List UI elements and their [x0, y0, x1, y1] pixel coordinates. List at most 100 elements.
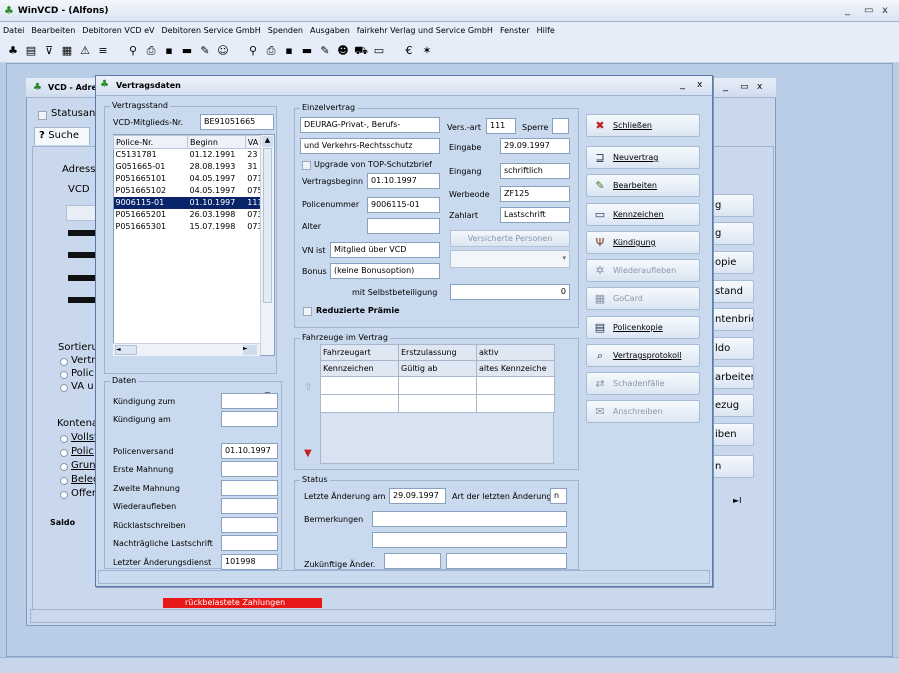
- vn-ist-field[interactable]: Mitglied über VCD: [330, 242, 440, 258]
- menu-item-7[interactable]: Fenster: [500, 26, 530, 35]
- euro-icon[interactable]: €: [402, 44, 416, 58]
- zahlart-field[interactable]: Lastschrift: [500, 207, 570, 223]
- save2-icon[interactable]: ▪: [282, 44, 296, 58]
- policy-column-header[interactable]: Police-Nr.: [112, 135, 189, 149]
- konten-radio-0[interactable]: [60, 435, 68, 443]
- save-icon[interactable]: ▪: [162, 44, 176, 58]
- zukuenftige-aenderung-field2[interactable]: [446, 553, 567, 569]
- contract-icon[interactable]: ▤: [24, 44, 38, 58]
- bike-icon[interactable]: ⚲: [126, 44, 140, 58]
- menu-item-6[interactable]: fairkehr Verlag und Service GmbH: [357, 26, 493, 35]
- vertragsbeginn-field[interactable]: 01.10.1997: [367, 173, 440, 189]
- policy-column-header[interactable]: Beginn: [187, 135, 246, 149]
- daten-field[interactable]: [221, 498, 278, 514]
- group-icon[interactable]: ☻: [336, 44, 350, 58]
- policenkopie-button[interactable]: ▤ Policenkopie: [586, 316, 700, 339]
- vcd-side-button-1[interactable]: g: [710, 222, 754, 245]
- menu-item-3[interactable]: Debitoren Service GmbH: [162, 26, 261, 35]
- wiederaufleben-button[interactable]: ✲ Wiederaufleben: [586, 259, 700, 282]
- statusanzeige-checkbox[interactable]: [38, 111, 47, 120]
- filter-icon[interactable]: ⊽: [42, 44, 56, 58]
- printer2-icon[interactable]: ⎙: [264, 44, 278, 58]
- vcd-side-button-3[interactable]: stand: [710, 280, 754, 303]
- maximize-button[interactable]: ▭: [864, 5, 873, 16]
- car-icon[interactable]: ⛟: [354, 44, 368, 58]
- versicherte-personen-button[interactable]: Versicherte Personen: [450, 230, 570, 247]
- vcd-side-button-8[interactable]: iben: [710, 423, 754, 446]
- policy-row[interactable]: P051665301 15.07.1998 073: [114, 221, 273, 233]
- fahrzeug-cell[interactable]: [476, 376, 555, 395]
- daten-field[interactable]: [221, 517, 278, 533]
- reduziert-checkbox[interactable]: [303, 307, 312, 316]
- warning-icon[interactable]: ⚠: [78, 44, 92, 58]
- edit-doc-icon[interactable]: ✎: [198, 44, 212, 58]
- close-button[interactable]: x: [882, 5, 888, 16]
- policy-row[interactable]: P051665201 26.03.1998 073: [114, 209, 273, 221]
- schließen-button[interactable]: ✖ Schließen: [586, 114, 700, 137]
- fahrzeug-cell[interactable]: [398, 394, 477, 413]
- neuvertrag-button[interactable]: ⊒ Neuvertrag: [586, 146, 700, 169]
- kündigung-button[interactable]: Ψ Kündigung: [586, 231, 700, 254]
- art-aenderung-field[interactable]: n: [550, 488, 567, 504]
- eingabe-field[interactable]: 29.09.1997: [500, 138, 570, 154]
- policy-row[interactable]: 9006115-01 01.10.1997 111: [113, 196, 273, 209]
- konten-radio-4[interactable]: [60, 491, 68, 499]
- daten-field[interactable]: [221, 393, 278, 409]
- policy-row[interactable]: P051665101 04.05.1997 071: [114, 173, 273, 185]
- sort-radio-2[interactable]: [60, 384, 68, 392]
- folder-icon[interactable]: ▬: [180, 44, 194, 58]
- sort-radio-1[interactable]: [60, 371, 68, 379]
- bonus-field[interactable]: (keine Bonusoption): [330, 263, 440, 279]
- menu-item-8[interactable]: Hilfe: [537, 26, 555, 35]
- selbstbeteiligung-field[interactable]: 0: [450, 284, 570, 300]
- alter-field[interactable]: [367, 218, 440, 234]
- policy-list-hscrollbar[interactable]: ◄ ►: [113, 343, 260, 356]
- tree-icon[interactable]: ♣: [6, 44, 20, 58]
- bike2-icon[interactable]: ⚲: [246, 44, 260, 58]
- personen-dropdown[interactable]: ▾: [450, 250, 570, 268]
- scroll-left-icon[interactable]: ◄: [115, 345, 137, 355]
- daten-field[interactable]: 101998: [221, 554, 278, 570]
- sperre-field[interactable]: [552, 118, 569, 134]
- tarif-line1-field[interactable]: DEURAG-Privat-, Berufs-: [300, 117, 440, 133]
- vcd-side-button-5[interactable]: ldo: [710, 337, 754, 360]
- policy-row[interactable]: C5131781 01.12.1991 23: [114, 149, 273, 161]
- zukuenftige-aenderung-field1[interactable]: [384, 553, 441, 569]
- vcd-min-button[interactable]: _: [723, 81, 728, 92]
- vcd-side-button-0[interactable]: g: [710, 194, 754, 217]
- menu-item-4[interactable]: Spenden: [268, 26, 303, 35]
- menu-item-0[interactable]: Datei: [3, 26, 24, 35]
- folder2-icon[interactable]: ▬: [300, 44, 314, 58]
- row-down-arrow-icon[interactable]: ▼: [304, 448, 312, 459]
- fahrzeug-cell[interactable]: [320, 376, 399, 395]
- fahrzeug-cell[interactable]: [320, 394, 399, 413]
- daten-field[interactable]: [221, 480, 278, 496]
- sort-radio-0[interactable]: [60, 358, 68, 366]
- daten-field[interactable]: [221, 461, 278, 477]
- printer-icon[interactable]: ⎙: [144, 44, 158, 58]
- tarif-line2-field[interactable]: und Verkehrs-Rechtsschutz: [300, 138, 440, 154]
- menu-item-1[interactable]: Bearbeiten: [31, 26, 75, 35]
- policy-list-vscrollbar[interactable]: ▲ ▼: [260, 135, 274, 402]
- minimize-button[interactable]: _: [845, 5, 850, 16]
- policenummer-field[interactable]: 9006115-01: [367, 197, 440, 213]
- dialog-min-button[interactable]: _: [680, 79, 685, 90]
- mitglieds-nr-field[interactable]: BE91051665: [200, 114, 274, 130]
- werbeode-field[interactable]: ZF125: [500, 186, 570, 202]
- scroll-thumb[interactable]: [263, 148, 272, 303]
- konten-radio-2[interactable]: [60, 463, 68, 471]
- upgrade-checkbox[interactable]: [302, 161, 311, 170]
- edit2-icon[interactable]: ✎: [318, 44, 332, 58]
- vcd-side-button-4[interactable]: ntenbrief: [710, 308, 754, 331]
- kennzeichen-button[interactable]: ▭ Kennzeichen: [586, 203, 700, 226]
- vcd-max-button[interactable]: ▭: [740, 82, 749, 92]
- menu-item-5[interactable]: Ausgaben: [310, 26, 350, 35]
- vcd-close-button[interactable]: x: [757, 82, 762, 92]
- letzte-aenderung-field[interactable]: 29.09.1997: [389, 488, 446, 504]
- versart-field[interactable]: 111: [486, 118, 516, 134]
- vcd-side-button-6[interactable]: arbeiten: [710, 366, 754, 389]
- policy-row[interactable]: G051665-01 28.08.1993 31: [114, 161, 273, 173]
- konten-radio-1[interactable]: [60, 449, 68, 457]
- tab-suche[interactable]: ? Suche: [34, 127, 90, 145]
- scroll-up-icon[interactable]: ▲: [262, 136, 273, 147]
